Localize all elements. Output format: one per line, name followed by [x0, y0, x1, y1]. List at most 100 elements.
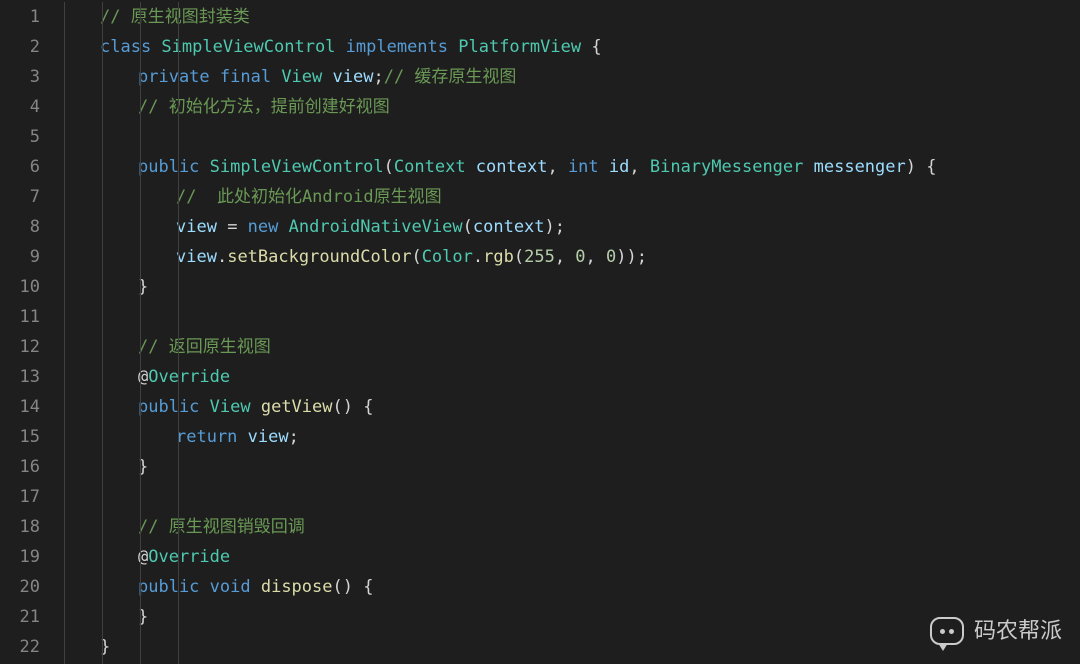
code-line[interactable]: // 此处初始化Android原生视图	[62, 182, 1080, 212]
code-line[interactable]: view = new AndroidNativeView(context);	[62, 212, 1080, 242]
code-line[interactable]: public View getView() {	[62, 392, 1080, 422]
token-keyword: public	[138, 397, 210, 417]
line-number: 14	[0, 392, 40, 422]
line-number: 12	[0, 332, 40, 362]
line-number: 16	[0, 452, 40, 482]
token-annot: Override	[148, 367, 230, 387]
token-punct: );	[545, 217, 565, 237]
line-number: 17	[0, 482, 40, 512]
token-comment: // 缓存原生视图	[384, 67, 517, 87]
token-type: PlatformView	[458, 37, 591, 57]
token-method: rgb	[483, 247, 514, 267]
token-type: AndroidNativeView	[289, 217, 463, 237]
token-punct: ));	[616, 247, 647, 267]
line-number: 19	[0, 542, 40, 572]
code-line[interactable]: return view;	[62, 422, 1080, 452]
token-punct: () {	[333, 577, 374, 597]
token-method: getView	[261, 397, 333, 417]
line-number: 6	[0, 152, 40, 182]
token-ident: view	[176, 247, 217, 267]
token-number: 255	[524, 247, 555, 267]
code-line[interactable]: @Override	[62, 362, 1080, 392]
token-annot: Override	[148, 547, 230, 567]
token-punct: .	[217, 247, 227, 267]
line-number: 2	[0, 32, 40, 62]
code-line[interactable]: }	[62, 452, 1080, 482]
code-line[interactable]: // 返回原生视图	[62, 332, 1080, 362]
code-line[interactable]: public SimpleViewControl(Context context…	[62, 152, 1080, 182]
code-line[interactable]: }	[62, 272, 1080, 302]
token-comment: // 返回原生视图	[138, 337, 271, 357]
token-punct: (	[463, 217, 473, 237]
token-keyword: implements	[346, 37, 459, 57]
token-number: 0	[606, 247, 616, 267]
token-method: setBackgroundColor	[227, 247, 411, 267]
token-punct: (	[384, 157, 394, 177]
token-type: SimpleViewControl	[210, 157, 384, 177]
code-line[interactable]	[62, 122, 1080, 152]
token-punct: ;	[289, 427, 299, 447]
token-keyword: void	[210, 577, 261, 597]
token-punct: ,	[629, 157, 649, 177]
token-punct: ,	[555, 247, 575, 267]
code-line[interactable]: }	[62, 602, 1080, 632]
token-punct: =	[227, 217, 247, 237]
token-ident: context	[476, 157, 548, 177]
code-line[interactable]: class SimpleViewControl implements Platf…	[62, 32, 1080, 62]
line-number: 18	[0, 512, 40, 542]
token-comment: // 初始化方法，提前创建好视图	[138, 97, 390, 117]
token-punct: {	[591, 37, 601, 57]
line-number: 5	[0, 122, 40, 152]
code-line[interactable]: public void dispose() {	[62, 572, 1080, 602]
code-line[interactable]	[62, 482, 1080, 512]
line-number: 21	[0, 602, 40, 632]
token-ident: messenger	[814, 157, 906, 177]
line-number: 13	[0, 362, 40, 392]
code-line[interactable]: }	[62, 632, 1080, 662]
line-number: 11	[0, 302, 40, 332]
token-method: dispose	[261, 577, 333, 597]
token-punct: () {	[333, 397, 374, 417]
line-number: 15	[0, 422, 40, 452]
line-number: 4	[0, 92, 40, 122]
code-line[interactable]: // 原生视图封装类	[62, 2, 1080, 32]
token-type: Color	[422, 247, 473, 267]
line-number: 3	[0, 62, 40, 92]
token-punct: .	[473, 247, 483, 267]
code-line[interactable]: // 初始化方法，提前创建好视图	[62, 92, 1080, 122]
token-type: Context	[394, 157, 476, 177]
token-type: SimpleViewControl	[161, 37, 345, 57]
token-punct: (	[411, 247, 421, 267]
token-keyword: return	[176, 427, 248, 447]
code-line[interactable]: private final View view;// 缓存原生视图	[62, 62, 1080, 92]
token-punct: ,	[586, 247, 606, 267]
code-area[interactable]: // 原生视图封装类 class SimpleViewControl implem…	[48, 2, 1080, 664]
token-ident: view	[176, 217, 227, 237]
token-keyword: public	[138, 577, 210, 597]
line-number: 9	[0, 242, 40, 272]
token-punct: ;	[373, 67, 383, 87]
code-line[interactable]: @Override	[62, 542, 1080, 572]
token-ident: view	[333, 67, 374, 87]
token-keyword: int	[568, 157, 609, 177]
line-number: 8	[0, 212, 40, 242]
token-punct: ) {	[906, 157, 937, 177]
code-line[interactable]	[62, 302, 1080, 332]
line-number: 20	[0, 572, 40, 602]
token-comment: // 原生视图销毁回调	[138, 517, 305, 537]
line-number: 22	[0, 632, 40, 662]
token-type: View	[210, 397, 261, 417]
token-ident: id	[609, 157, 629, 177]
token-type: BinaryMessenger	[650, 157, 814, 177]
code-line[interactable]: view.setBackgroundColor(Color.rgb(255, 0…	[62, 242, 1080, 272]
token-keyword: final	[220, 67, 281, 87]
token-comment: // 原生视图封装类	[100, 7, 250, 27]
token-keyword: new	[248, 217, 289, 237]
token-type: View	[281, 67, 332, 87]
line-number: 10	[0, 272, 40, 302]
code-line[interactable]: // 原生视图销毁回调	[62, 512, 1080, 542]
code-editor[interactable]: 12345678910111213141516171819202122 // 原…	[0, 0, 1080, 664]
token-punct: (	[514, 247, 524, 267]
token-punct: ,	[547, 157, 567, 177]
line-number-gutter: 12345678910111213141516171819202122	[0, 2, 48, 664]
